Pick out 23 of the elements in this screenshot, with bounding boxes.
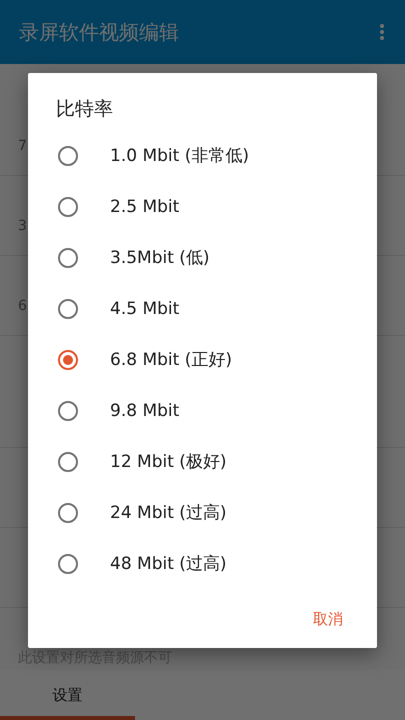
radio-button[interactable] [58,554,78,574]
option-label[interactable]: 9.8 Mbit [110,400,180,420]
option-label[interactable]: 2.5 Mbit [110,196,180,216]
radio-button[interactable] [58,452,78,472]
more-options-icon[interactable] [379,23,385,41]
cancel-button[interactable]: 取消 [295,601,361,638]
radio-button[interactable] [58,298,78,318]
radio-button[interactable] [58,400,78,420]
radio-button[interactable] [58,248,78,268]
option-label[interactable]: 1.0 Mbit (非常低) [110,144,249,167]
tab[interactable]: 设置 [0,670,135,720]
app-title: 录屏软件视频编辑 [19,18,179,46]
radio-button[interactable] [58,502,78,522]
radio-button[interactable] [58,350,78,370]
option-label[interactable]: 24 Mbit (过高) [110,501,227,524]
radio-button[interactable] [58,146,78,166]
option-label[interactable]: 48 Mbit (过高) [110,552,227,575]
option-label[interactable]: 12 Mbit (极好) [110,450,227,473]
option-label[interactable]: 3.5Mbit (低) [110,246,210,269]
option-label[interactable]: 4.5 Mbit [110,298,180,318]
dialog-title: 比特率 [55,97,113,122]
option-label[interactable]: 6.8 Mbit (正好) [110,348,232,371]
radio-button[interactable] [58,196,78,216]
